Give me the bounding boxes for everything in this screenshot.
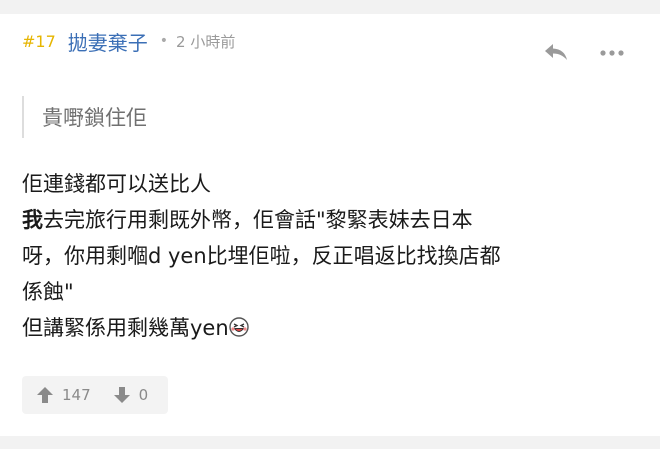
body-text: 但講緊係用剩幾萬yen xyxy=(22,316,229,340)
vote-bar: 147 0 xyxy=(22,376,168,414)
arrow-down-icon xyxy=(113,387,130,403)
quoted-text: 貴嘢鎖住佢 xyxy=(22,96,147,138)
body-line: 佢連錢都可以送比人 xyxy=(22,172,211,196)
downvote-button[interactable]: 0 xyxy=(113,386,149,404)
comment-header: #17 拋妻棄子 • 2 小時前 xyxy=(22,26,235,56)
body-line: 呀，你用剩嗰d yen比埋佢啦，反正唱返比找換店都 xyxy=(22,244,501,268)
upvote-count: 147 xyxy=(62,386,91,404)
meta-separator: • xyxy=(159,33,169,49)
upvote-button[interactable]: 147 xyxy=(36,386,91,404)
reply-icon[interactable] xyxy=(543,42,569,62)
post-time: 2 小時前 xyxy=(176,32,236,51)
comment-body: 佢連錢都可以送比人 我去完旅行用剩既外幣，佢會話"黎緊表妹去日本 呀，你用剩嗰d… xyxy=(22,166,632,346)
body-line: 係蝕" xyxy=(22,280,74,304)
author-name[interactable]: 拋妻棄子 xyxy=(68,27,148,56)
bold-text: 我 xyxy=(22,208,43,232)
quote-content: 貴嘢鎖住佢 xyxy=(42,106,147,130)
downvote-count: 0 xyxy=(138,386,149,404)
body-line: 我去完旅行用剩既外幣，佢會話"黎緊表妹去日本 xyxy=(22,202,632,238)
arrow-up-icon xyxy=(37,387,53,403)
body-text: 去完旅行用剩既外幣，佢會話"黎緊表妹去日本 xyxy=(43,208,473,232)
more-options-icon[interactable] xyxy=(600,50,624,56)
body-line: 但講緊係用剩幾萬yen xyxy=(22,310,632,346)
laughing-face-icon xyxy=(228,317,249,337)
floor-number: #17 xyxy=(22,31,56,51)
